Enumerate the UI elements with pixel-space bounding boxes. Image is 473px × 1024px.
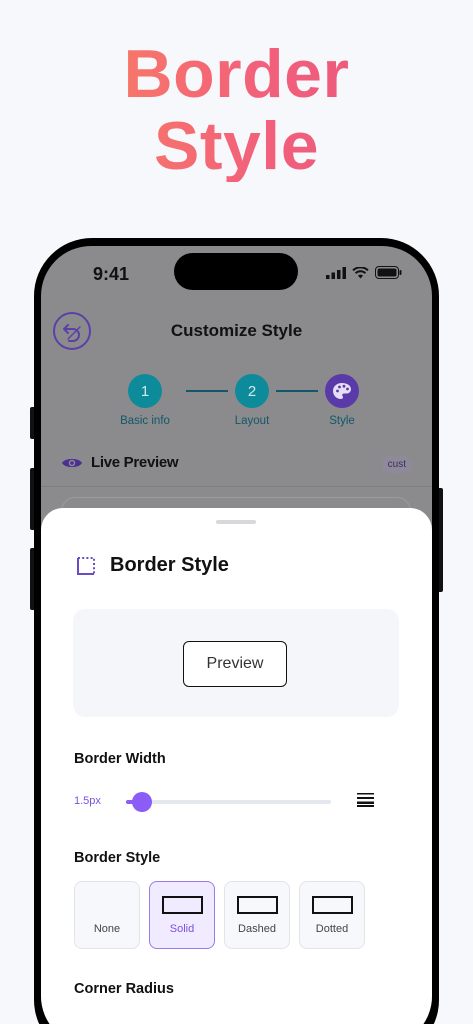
- corner-radius-label: Corner Radius: [74, 981, 174, 997]
- live-preview-chip: cust: [381, 456, 412, 473]
- line-weight-icon: [357, 793, 374, 807]
- border-style-icon: [77, 556, 95, 575]
- border-style-label: Border Style: [74, 850, 161, 866]
- style-option-label: None: [93, 923, 121, 935]
- style-option-label: Dotted: [315, 923, 349, 935]
- status-bar: 9:41: [41, 246, 432, 304]
- hero-title-line1: Border: [123, 36, 350, 112]
- status-time: 9:41: [93, 264, 130, 284]
- nav-bar: Customize Style: [41, 312, 432, 352]
- step-3-label: Style: [329, 415, 355, 427]
- page-title: Customize Style: [170, 321, 303, 340]
- hero-title-line2: Style: [153, 108, 320, 184]
- step-basic-info[interactable]: 1 Basic info: [105, 374, 185, 427]
- sheet-header: Border Style: [76, 554, 229, 577]
- step-layout[interactable]: 2 Layout: [212, 374, 292, 427]
- palette-icon: [333, 383, 351, 399]
- solid-border-swatch: [162, 896, 203, 914]
- step-2-label: Layout: [234, 415, 270, 427]
- step-3-circle: [325, 374, 359, 408]
- border-style-options: None Solid Dashed Dotted: [74, 881, 365, 949]
- dotted-border-swatch: [312, 896, 353, 914]
- border-width-value: 1.5px: [74, 795, 101, 807]
- phone-screen: 9:41 Customize Style 1 Basic info 2 Layo…: [41, 246, 432, 1024]
- border-preview-card: Preview: [73, 609, 399, 717]
- border-width-slider[interactable]: [126, 792, 331, 812]
- style-option-label: Dashed: [238, 923, 276, 935]
- style-option-none[interactable]: None: [74, 881, 140, 949]
- style-option-solid[interactable]: Solid: [149, 881, 215, 949]
- step-1-circle: 1: [128, 374, 162, 408]
- wifi-icon: [352, 266, 369, 278]
- status-icons: [326, 266, 402, 279]
- border-width-label: Border Width: [74, 751, 166, 767]
- style-option-dashed[interactable]: Dashed: [224, 881, 290, 949]
- live-preview-header: Live Preview: [61, 454, 179, 471]
- sheet-drag-handle[interactable]: [216, 520, 256, 524]
- battery-icon: [375, 266, 402, 279]
- step-2-circle: 2: [235, 374, 269, 408]
- live-preview-label: Live Preview: [91, 454, 179, 471]
- progress-stepper: 1 Basic info 2 Layout Style: [41, 374, 432, 434]
- step-1-label: Basic info: [120, 415, 170, 427]
- dashed-border-swatch: [237, 896, 278, 914]
- style-option-dotted[interactable]: Dotted: [299, 881, 365, 949]
- step-style[interactable]: Style: [302, 374, 382, 427]
- border-style-sheet: Border Style Preview Border Width 1.5px …: [41, 508, 432, 1024]
- sheet-title: Border Style: [110, 554, 229, 576]
- style-option-label: Solid: [169, 923, 195, 935]
- border-width-slider-thumb[interactable]: [132, 792, 153, 812]
- eye-icon: [62, 458, 82, 467]
- signal-icon: [326, 266, 346, 279]
- divider: [41, 486, 432, 487]
- dynamic-island: [174, 253, 298, 290]
- preview-button[interactable]: Preview: [183, 641, 287, 687]
- hero-title: Border Style: [0, 38, 473, 182]
